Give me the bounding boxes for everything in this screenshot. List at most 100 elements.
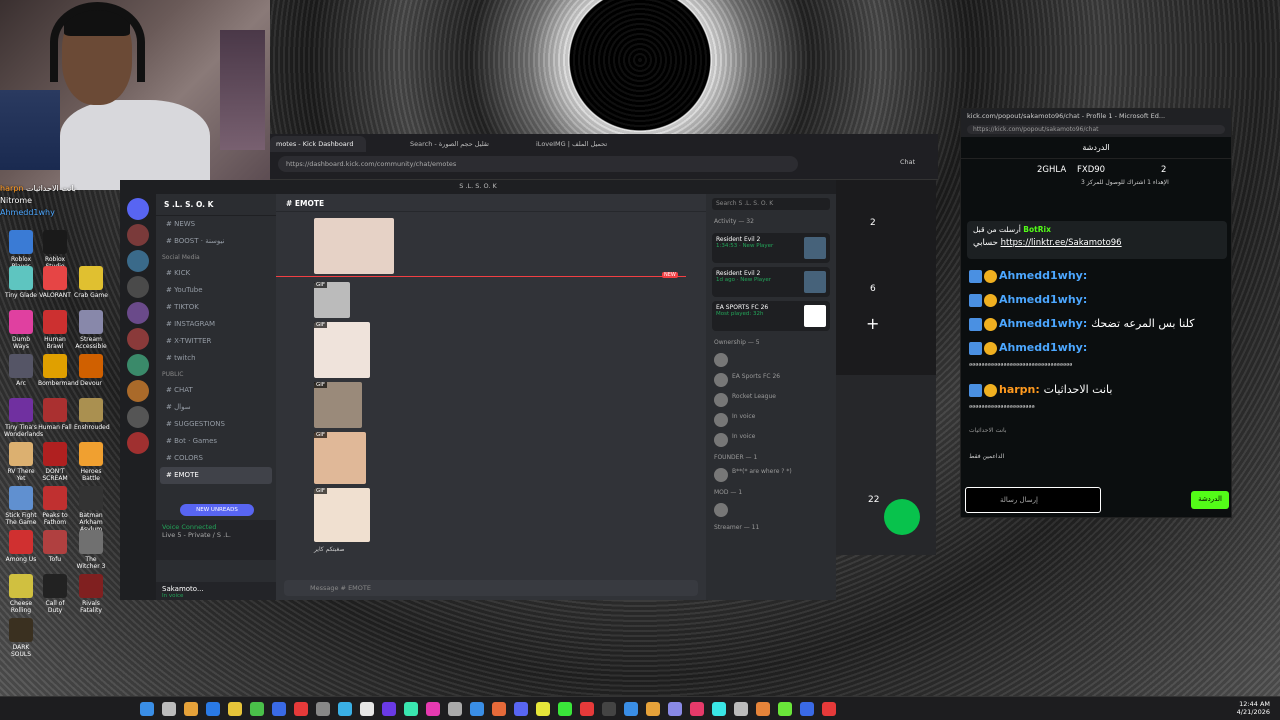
- taskbar-app-icon[interactable]: [470, 702, 484, 716]
- desktop-icon[interactable]: Tiny Tina's Wonderlands: [4, 398, 43, 438]
- member-row[interactable]: Rocket League: [706, 390, 836, 410]
- channel-item[interactable]: # BOOST · نيوسنة: [156, 233, 276, 250]
- desktop-icon[interactable]: Stream Accessible: [74, 310, 108, 350]
- desktop-icon[interactable]: The Witcher 3: [74, 530, 108, 570]
- taskbar-app-icon[interactable]: [668, 702, 682, 716]
- send-button[interactable]: الدردشة: [1191, 491, 1229, 509]
- taskbar-app-icon[interactable]: [800, 702, 814, 716]
- desktop-icon[interactable]: Stick Fight The Game: [4, 486, 38, 526]
- activity-card[interactable]: Resident Evil 2 1:34:53 · New Player: [712, 233, 830, 263]
- channel-item[interactable]: # CHAT: [156, 382, 276, 399]
- server-icon[interactable]: [127, 302, 149, 324]
- activity-card[interactable]: EA SPORTS FC 26 Most played: 32h: [712, 301, 830, 331]
- server-icon[interactable]: [127, 250, 149, 272]
- taskbar-app-icon[interactable]: [580, 702, 594, 716]
- member-row[interactable]: [706, 500, 836, 520]
- channel-category[interactable]: PUBLIC: [156, 367, 276, 382]
- address-bar[interactable]: https://kick.com/popout/sakamoto96/chat: [961, 123, 1231, 137]
- taskbar-app-icon[interactable]: [206, 702, 220, 716]
- gif-image[interactable]: GIF: [314, 322, 370, 378]
- desktop-icon[interactable]: RV There Yet: [4, 442, 38, 482]
- taskbar-app-icon[interactable]: [184, 702, 198, 716]
- desktop-icon[interactable]: Tiny Glade: [4, 266, 38, 299]
- desktop-icon[interactable]: Devour: [74, 354, 108, 387]
- desktop-icon[interactable]: Heroes Battle: [74, 442, 108, 482]
- taskbar-app-icon[interactable]: [404, 702, 418, 716]
- channel-item[interactable]: # twitch: [156, 350, 276, 367]
- chat-message[interactable]: Ahmedd1why: كلنا بس المرعه تضحك: [969, 317, 1194, 331]
- channel-item[interactable]: # EMOTE: [160, 467, 272, 484]
- chat-message[interactable]: ᵃᵃᵃᵃᵃᵃᵃᵃᵃᵃᵃᵃᵃᵃᵃᵃᵃᵃᵃᵃᵃ: [969, 403, 1159, 412]
- desktop-icon[interactable]: DARK SOULS: [4, 618, 38, 658]
- taskbar-app-icon[interactable]: [822, 702, 836, 716]
- desktop-icon[interactable]: Human Fall: [38, 398, 72, 431]
- desktop-icon[interactable]: Dumb Ways: [4, 310, 38, 350]
- server-icon[interactable]: [127, 224, 149, 246]
- message-input[interactable]: إرسال رسالة: [965, 487, 1101, 513]
- desktop-icon[interactable]: Roblox Studio: [38, 230, 72, 270]
- desktop-icon[interactable]: Tofu: [38, 530, 72, 563]
- clock[interactable]: 12:44 AM 4/21/2026: [1237, 700, 1270, 716]
- member-row[interactable]: In voice: [706, 410, 836, 430]
- desktop-icon[interactable]: Roblox Player: [4, 230, 38, 270]
- chat-button[interactable]: Chat: [900, 158, 915, 166]
- desktop-icon[interactable]: Arc: [4, 354, 38, 387]
- leader-name[interactable]: 2GHLA: [1037, 165, 1066, 175]
- channel-item[interactable]: # NEWS: [156, 216, 276, 233]
- pinned-link[interactable]: https://linktr.ee/Sakamoto96: [1001, 238, 1122, 248]
- gif-image[interactable]: GIF: [314, 382, 362, 428]
- server-icon[interactable]: [127, 354, 149, 376]
- new-unreads-pill[interactable]: NEW UNREADS: [180, 504, 254, 516]
- chat-username[interactable]: Ahmedd1why:: [999, 341, 1087, 354]
- server-icon[interactable]: [127, 328, 149, 350]
- chat-username[interactable]: Ahmedd1why:: [999, 269, 1087, 282]
- taskbar-app-icon[interactable]: [294, 702, 308, 716]
- headset-icon[interactable]: [884, 499, 920, 535]
- desktop-icon[interactable]: Crab Game: [74, 266, 108, 299]
- taskbar-app-icon[interactable]: [646, 702, 660, 716]
- chat-message[interactable]: Ahmedd1why:: [969, 269, 1087, 283]
- desktop-icon[interactable]: Human Brawl: [38, 310, 72, 350]
- channel-category[interactable]: Social Media: [156, 250, 276, 265]
- pinned-message[interactable]: أرسلت من قبل BotRix حسابي https://linktr…: [967, 221, 1227, 259]
- pinned-user[interactable]: BotRix: [1023, 225, 1051, 234]
- chat-message[interactable]: ᵃᵃᵃᵃᵃᵃᵃᵃᵃᵃᵃᵃᵃᵃᵃᵃᵃᵃᵃᵃᵃᵃᵃᵃᵃᵃᵃᵃᵃᵃᵃᵃᵃ: [969, 361, 1159, 370]
- chat-username[interactable]: Ahmedd1why:: [999, 317, 1091, 330]
- server-icon[interactable]: [127, 276, 149, 298]
- taskbar-app-icon[interactable]: [624, 702, 638, 716]
- desktop-icon[interactable]: Peaks to Fathom: [38, 486, 72, 526]
- channel-item[interactable]: # YouTube: [156, 282, 276, 299]
- server-icon[interactable]: [127, 406, 149, 428]
- chat-username[interactable]: harpn:: [999, 383, 1044, 396]
- taskbar-app-icon[interactable]: [228, 702, 242, 716]
- taskbar-app-icon[interactable]: [514, 702, 528, 716]
- guild-name[interactable]: S .L. S. O. K: [156, 194, 276, 216]
- browser-tab[interactable]: iLoveIMG | تحميل الملف: [530, 136, 620, 152]
- add-button[interactable]: +: [866, 314, 879, 333]
- username[interactable]: Sakamoto...: [162, 585, 204, 593]
- chat-username[interactable]: Ahmedd1why:: [999, 293, 1087, 306]
- channel-item[interactable]: # X-TWITTER: [156, 333, 276, 350]
- chat-message[interactable]: harpn: بانت الاحداثيات: [969, 383, 1112, 397]
- taskbar-app-icon[interactable]: [448, 702, 462, 716]
- gif-image[interactable]: GIF: [314, 488, 370, 542]
- taskbar-app-icon[interactable]: [492, 702, 506, 716]
- taskbar-app-icon[interactable]: [778, 702, 792, 716]
- address-bar[interactable]: https://dashboard.kick.com/community/cha…: [278, 156, 798, 172]
- channel-item[interactable]: # SUGGESTIONS: [156, 416, 276, 433]
- taskbar-app-icon[interactable]: [734, 702, 748, 716]
- channel-item[interactable]: # TIKTOK: [156, 299, 276, 316]
- chat-message[interactable]: Ahmedd1why:: [969, 293, 1087, 307]
- desktop-icon[interactable]: Enshrouded: [74, 398, 110, 431]
- desktop-icon[interactable]: Cheese Rolling: [4, 574, 38, 614]
- desktop-icon[interactable]: Rivals Fatality: [74, 574, 108, 614]
- taskbar-app-icon[interactable]: [426, 702, 440, 716]
- taskbar-app-icon[interactable]: [272, 702, 286, 716]
- desktop-icon[interactable]: Bombermand: [38, 354, 79, 387]
- taskbar-app-icon[interactable]: [382, 702, 396, 716]
- gif-image[interactable]: [314, 218, 394, 274]
- server-icon[interactable]: [127, 198, 149, 220]
- taskbar-app-icon[interactable]: [162, 702, 176, 716]
- gif-image[interactable]: GIF: [314, 432, 366, 484]
- server-icon[interactable]: [127, 432, 149, 454]
